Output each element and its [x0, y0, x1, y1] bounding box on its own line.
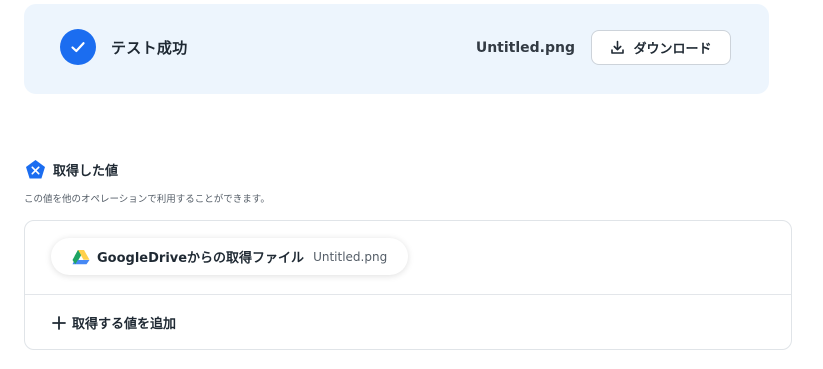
section-description: この値を他のオペレーションで利用することができます。 — [24, 194, 270, 205]
section-title: 取得した値 — [53, 164, 119, 179]
download-icon — [610, 40, 625, 55]
add-value-button[interactable]: 取得する値を追加 — [52, 313, 176, 332]
value-chip-label: GoogleDriveからの取得ファイル — [97, 251, 305, 266]
acquired-values-panel: GoogleDriveからの取得ファイル Untitled.png 取得する値を… — [24, 220, 792, 350]
test-status-text: テスト成功 — [111, 39, 188, 57]
plus-icon — [52, 315, 66, 330]
value-chip-value: Untitled.png — [313, 249, 388, 264]
section-header: 取得した値 — [25, 159, 118, 180]
download-button[interactable]: ダウンロード — [591, 30, 731, 65]
value-chip[interactable]: GoogleDriveからの取得ファイル Untitled.png — [51, 238, 409, 275]
google-drive-icon — [72, 249, 90, 265]
variable-pentagon-icon — [25, 159, 46, 180]
success-banner: テスト成功 Untitled.png ダウンロード — [24, 4, 769, 94]
check-icon — [60, 29, 96, 65]
add-value-label: 取得する値を追加 — [72, 317, 177, 332]
download-label: ダウンロード — [633, 42, 712, 57]
divider — [25, 294, 791, 295]
result-file-name: Untitled.png — [475, 40, 575, 56]
